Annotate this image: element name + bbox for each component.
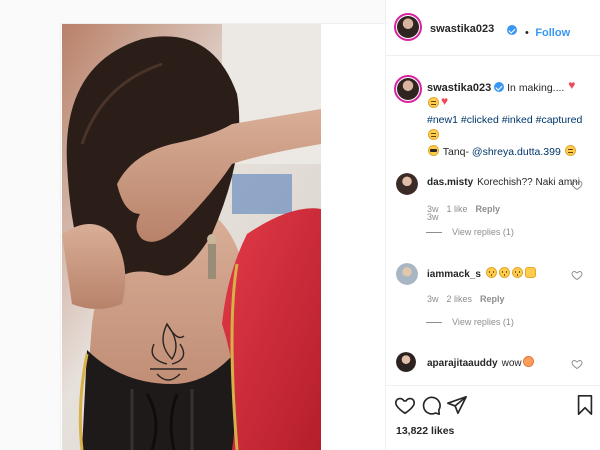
- credit-prefix: Tanq-: [442, 146, 469, 158]
- wink-emoji-icon: [564, 145, 576, 156]
- hashtag-clicked[interactable]: #clicked: [461, 114, 499, 126]
- smile-emoji-icon: [428, 129, 439, 140]
- comment-time[interactable]: 3w: [427, 294, 439, 304]
- verified-badge-icon: [507, 25, 517, 35]
- mention-link[interactable]: @shreya.dutta.399: [472, 146, 561, 158]
- author-avatar[interactable]: [394, 13, 422, 41]
- comment-heart-icon[interactable]: [571, 269, 583, 281]
- comment-likes[interactable]: 2 likes: [447, 294, 473, 304]
- hashtag-inked[interactable]: #inked: [502, 114, 533, 126]
- caption-body: In making....: [507, 82, 565, 94]
- action-bar: [386, 394, 600, 420]
- heart-emoji-icon: [441, 95, 452, 108]
- caption-avatar[interactable]: [394, 75, 422, 103]
- heart-icon[interactable]: [394, 394, 416, 416]
- commenter-username[interactable]: iammack_s: [427, 269, 481, 280]
- post-side-panel: swastika023 • Follow swastika023 In maki…: [385, 0, 600, 450]
- post-photo[interactable]: [62, 24, 321, 450]
- share-icon[interactable]: [446, 394, 468, 416]
- comment-heart-icon[interactable]: [571, 179, 583, 191]
- grin-emoji-icon: [428, 97, 439, 108]
- comment-body: Korechish?? Naki amni: [477, 177, 580, 188]
- comment-meta: 3w 1 like Reply: [427, 204, 508, 214]
- verified-badge-icon: [494, 82, 505, 92]
- cry-emoji-icon: [485, 267, 497, 278]
- comment-icon[interactable]: [420, 394, 442, 416]
- reply-button[interactable]: Reply: [476, 204, 501, 214]
- post-header: swastika023 • Follow: [386, 10, 600, 50]
- comment-heart-icon[interactable]: [571, 358, 583, 370]
- commenter-avatar[interactable]: [396, 173, 418, 195]
- hashtag-new1[interactable]: #new1: [427, 114, 458, 126]
- view-replies-button[interactable]: View replies (1): [427, 317, 514, 327]
- comment-likes[interactable]: 1 like: [447, 204, 468, 214]
- bookmark-icon[interactable]: [574, 394, 596, 416]
- comment-text: aparajitaauddy wow: [427, 356, 535, 369]
- comment-text: iammack_s: [427, 267, 537, 280]
- comment-time[interactable]: 3w: [427, 204, 439, 214]
- view-replies-button[interactable]: View replies (1): [427, 227, 514, 237]
- comment-text: das.misty Korechish?? Naki amni: [427, 177, 580, 188]
- header-divider: [386, 55, 600, 56]
- commenter-username[interactable]: das.misty: [427, 177, 473, 188]
- commenter-username[interactable]: aparajitaauddy: [427, 358, 498, 369]
- follow-wrap: • Follow: [523, 23, 570, 41]
- blush-emoji-icon: [522, 356, 534, 367]
- commenter-avatar[interactable]: [396, 263, 418, 285]
- cry-emoji-icon: [498, 267, 510, 278]
- cry-emoji-icon: [511, 267, 523, 278]
- hand-emoji-icon: [524, 267, 536, 278]
- separator-dot: •: [525, 27, 529, 39]
- hashtag-captured[interactable]: #captured: [536, 114, 583, 126]
- commenter-avatar[interactable]: [396, 352, 416, 372]
- comment-body: wow: [501, 358, 522, 369]
- post-image: [62, 24, 321, 450]
- likes-count[interactable]: 13,822 likes: [396, 425, 454, 437]
- follow-button[interactable]: Follow: [535, 27, 570, 39]
- heart-emoji-icon: [568, 79, 579, 92]
- reply-button[interactable]: Reply: [480, 294, 505, 304]
- actions-divider: [386, 385, 600, 386]
- sunglasses-emoji-icon: [428, 145, 439, 156]
- caption-username[interactable]: swastika023: [427, 82, 491, 94]
- comment-meta: 3w 2 likes Reply: [427, 294, 513, 304]
- author-username[interactable]: swastika023: [430, 23, 494, 35]
- caption-text: swastika023 In making.... #new1 #clicked…: [427, 79, 592, 160]
